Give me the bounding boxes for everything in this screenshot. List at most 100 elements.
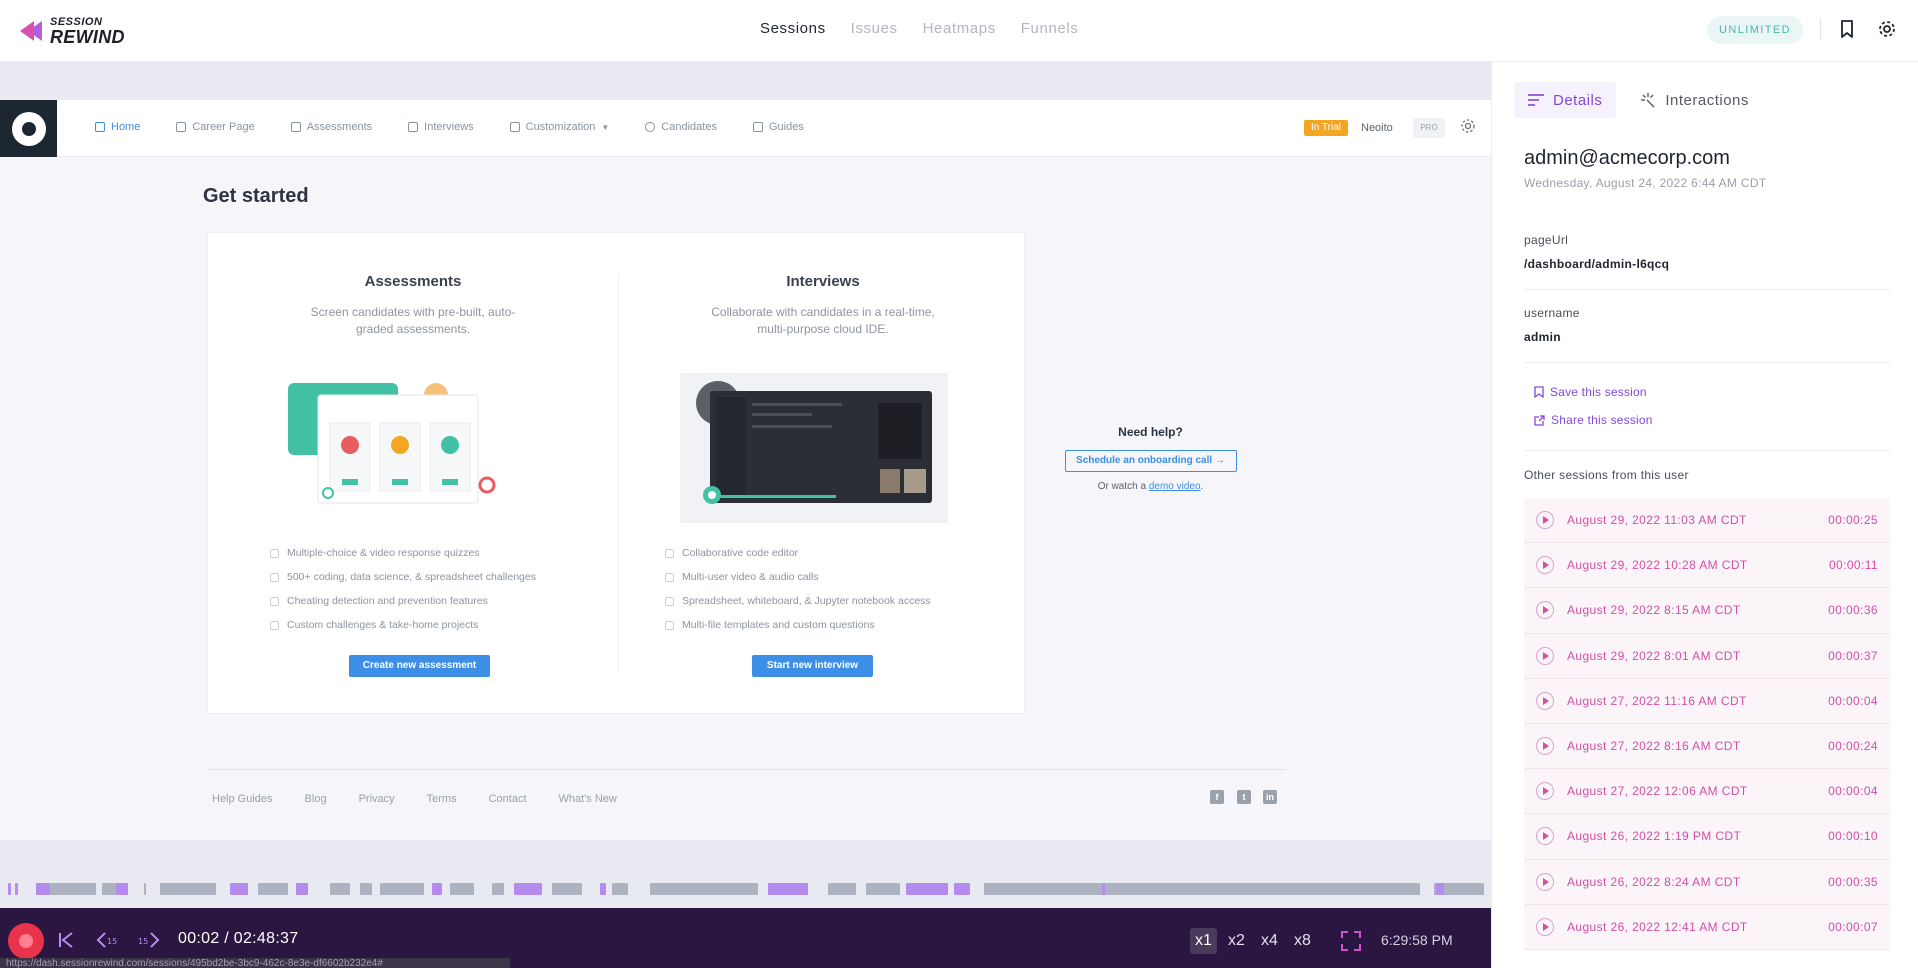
sync-icon bbox=[665, 596, 674, 606]
nav-issues[interactable]: Issues bbox=[851, 20, 898, 37]
app-nav-assessments[interactable]: Assessments bbox=[290, 121, 372, 133]
footer-links: Help Guides Blog Privacy Terms Contact W… bbox=[212, 793, 617, 805]
nav-heatmaps[interactable]: Heatmaps bbox=[923, 20, 996, 37]
other-sessions-list: August 29, 2022 11:03 AM CDT 00:00:25 Aug… bbox=[1524, 498, 1890, 950]
help-box: Need help? Schedule an onboarding call →… bbox=[1063, 425, 1238, 492]
save-session-link[interactable]: Save this session bbox=[1534, 385, 1647, 399]
timeline-event bbox=[768, 883, 808, 895]
nav-sessions[interactable]: Sessions bbox=[760, 20, 826, 37]
tab-details[interactable]: Details bbox=[1514, 82, 1617, 118]
page-title: Get started bbox=[203, 185, 309, 207]
app-nav-guides[interactable]: Guides bbox=[752, 121, 804, 133]
play-circle-icon bbox=[1536, 872, 1554, 891]
speed-x2[interactable]: x2 bbox=[1223, 928, 1250, 954]
rewind-logo-icon bbox=[20, 20, 42, 41]
replay-timeline[interactable] bbox=[0, 878, 1491, 900]
footer-link-help-guides[interactable]: Help Guides bbox=[212, 793, 273, 805]
shield-icon bbox=[270, 596, 279, 606]
demo-video-link[interactable]: demo video bbox=[1149, 481, 1201, 492]
interviews-column: Interviews Collaborate with candidates i… bbox=[618, 273, 1028, 338]
feature-item: 500+ coding, data science, & spreadsheet… bbox=[270, 565, 536, 589]
session-details-panel: Details Interactions admin@acmecorp.com … bbox=[1491, 62, 1918, 968]
play-circle-icon bbox=[1536, 827, 1554, 846]
twitter-icon[interactable]: t bbox=[1237, 790, 1251, 804]
record-dot-icon bbox=[19, 934, 33, 948]
code-icon bbox=[270, 572, 279, 582]
timeline-event bbox=[102, 883, 116, 895]
feature-item: Collaborative code editor bbox=[665, 541, 931, 565]
timeline-event bbox=[954, 883, 970, 895]
start-interview-button[interactable]: Start new interview bbox=[752, 655, 873, 677]
session-row[interactable]: August 26, 2022 12:41 AM CDT 00:00:07 bbox=[1524, 904, 1890, 950]
fullscreen-icon[interactable] bbox=[1340, 930, 1362, 952]
gear-icon[interactable] bbox=[1877, 19, 1897, 39]
sparkle-icon bbox=[1641, 93, 1655, 108]
timeline-event bbox=[450, 883, 474, 895]
play-circle-icon bbox=[1536, 556, 1554, 575]
app-nav-career-page[interactable]: Career Page bbox=[176, 121, 255, 133]
footer-link-terms[interactable]: Terms bbox=[427, 793, 457, 805]
feature-item: Cheating detection and prevention featur… bbox=[270, 589, 536, 613]
palette-icon bbox=[509, 122, 520, 132]
divider bbox=[1524, 289, 1890, 290]
share-session-link[interactable]: Share this session bbox=[1534, 413, 1653, 427]
footer-link-privacy[interactable]: Privacy bbox=[359, 793, 395, 805]
session-row[interactable]: August 29, 2022 8:15 AM CDT 00:00:36 bbox=[1524, 588, 1890, 634]
svg-text:15: 15 bbox=[107, 937, 117, 946]
app-settings-icon[interactable] bbox=[1460, 118, 1476, 134]
skip-to-start-icon[interactable] bbox=[56, 930, 78, 950]
session-row[interactable]: August 29, 2022 11:03 AM CDT 00:00:25 bbox=[1524, 498, 1890, 544]
top-bar: SESSION REWIND Sessions Issues Heatmaps … bbox=[0, 0, 1918, 62]
footer-link-blog[interactable]: Blog bbox=[305, 793, 327, 805]
app-nav-customization[interactable]: Customization ▼ bbox=[509, 121, 609, 133]
timeline-event bbox=[296, 883, 308, 895]
app-nav-home[interactable]: Home bbox=[95, 121, 140, 133]
nav-funnels[interactable]: Funnels bbox=[1021, 20, 1079, 37]
session-rewind-logo[interactable]: SESSION REWIND bbox=[18, 16, 125, 46]
assessments-features: Multiple-choice & video response quizzes… bbox=[270, 541, 536, 637]
session-row[interactable]: August 26, 2022 8:24 AM CDT 00:00:35 bbox=[1524, 859, 1890, 905]
speed-x1[interactable]: x1 bbox=[1190, 928, 1217, 954]
app-nav: Home Career Page Assessments Interviews … bbox=[95, 121, 840, 133]
app-nav-interviews[interactable]: Interviews bbox=[408, 121, 474, 133]
session-row[interactable]: August 27, 2022 12:06 AM CDT 00:00:04 bbox=[1524, 769, 1890, 815]
username-value: admin bbox=[1524, 330, 1561, 344]
bookmark-icon[interactable] bbox=[1837, 19, 1857, 39]
org-name[interactable]: Neoito bbox=[1361, 122, 1393, 134]
replayed-page: Home Career Page Assessments Interviews … bbox=[0, 100, 1491, 840]
trial-badge: In Trial bbox=[1304, 120, 1348, 136]
app-logo[interactable] bbox=[0, 100, 57, 157]
interviews-desc: Collaborate with candidates in a real-ti… bbox=[711, 305, 935, 336]
main-nav: Sessions Issues Heatmaps Funnels bbox=[760, 20, 1078, 37]
home-icon bbox=[95, 122, 105, 132]
app-nav-candidates[interactable]: Candidates bbox=[645, 121, 717, 133]
speed-x8[interactable]: x8 bbox=[1289, 928, 1316, 954]
timeline-event bbox=[866, 883, 900, 895]
help-watch-text: Or watch a demo video. bbox=[1097, 481, 1204, 492]
session-date: Wednesday, August 24, 2022 6:44 AM CDT bbox=[1524, 176, 1767, 190]
create-assessment-button[interactable]: Create new assessment bbox=[349, 655, 490, 677]
bookmark-icon bbox=[1534, 386, 1544, 398]
session-row[interactable]: August 27, 2022 8:16 AM CDT 00:00:24 bbox=[1524, 723, 1890, 770]
rewind-15-icon[interactable]: 15 bbox=[96, 930, 118, 950]
footer-link-contact[interactable]: Contact bbox=[489, 793, 527, 805]
schedule-call-button[interactable]: Schedule an onboarding call → bbox=[1064, 450, 1237, 472]
linkedin-icon[interactable]: in bbox=[1263, 790, 1277, 804]
forward-15-icon[interactable]: 15 bbox=[138, 930, 160, 950]
play-pause-button[interactable] bbox=[8, 923, 44, 959]
session-row[interactable]: August 29, 2022 8:01 AM CDT 00:00:37 bbox=[1524, 633, 1890, 679]
editor-icon bbox=[665, 548, 674, 558]
footer-link-whats-new[interactable]: What's New bbox=[559, 793, 617, 805]
session-row[interactable]: August 26, 2022 1:19 PM CDT 00:00:10 bbox=[1524, 814, 1890, 860]
session-row[interactable]: August 29, 2022 10:28 AM CDT 00:00:11 bbox=[1524, 543, 1890, 589]
timeline-event bbox=[432, 883, 442, 895]
interviews-illustration bbox=[680, 373, 948, 523]
facebook-icon[interactable]: f bbox=[1210, 790, 1224, 804]
feature-item: Custom challenges & take-home projects bbox=[270, 613, 536, 637]
timeline-event bbox=[50, 883, 96, 895]
speed-x4[interactable]: x4 bbox=[1256, 928, 1283, 954]
timeline-event bbox=[1102, 883, 1105, 895]
timeline-event bbox=[828, 883, 856, 895]
session-row[interactable]: August 27, 2022 11:16 AM CDT 00:00:04 bbox=[1524, 678, 1890, 724]
tab-interactions[interactable]: Interactions bbox=[1626, 82, 1763, 118]
